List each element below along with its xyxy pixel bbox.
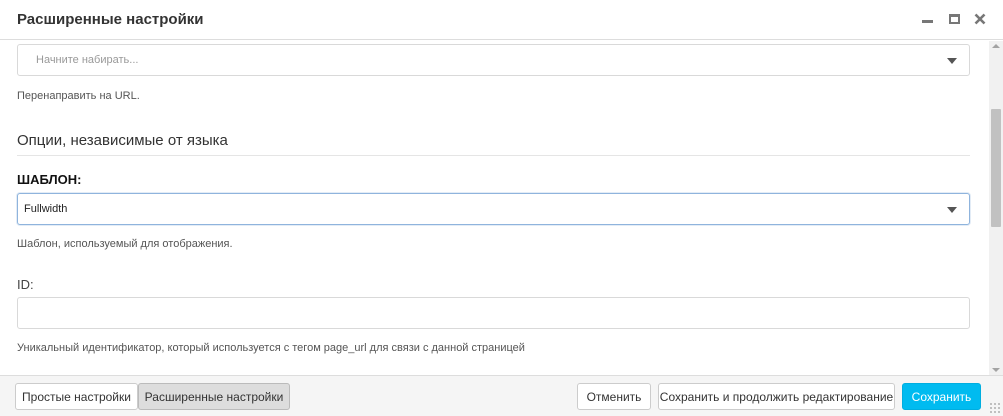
simple-settings-button[interactable]: Простые настройки xyxy=(15,383,138,410)
redirect-url-select[interactable]: Начните набирать... xyxy=(17,44,970,76)
template-help: Шаблон, используемый для отображения. xyxy=(17,238,233,250)
section-divider xyxy=(17,155,970,156)
advanced-settings-button[interactable]: Расширенные настройки xyxy=(138,383,290,410)
maximize-icon[interactable] xyxy=(946,10,962,28)
window-title: Расширенные настройки xyxy=(17,11,204,28)
save-and-continue-button[interactable]: Сохранить и продолжить редактирование xyxy=(658,383,895,410)
id-input[interactable] xyxy=(17,297,970,329)
template-label: ШАБЛОН: xyxy=(17,172,82,187)
redirect-url-placeholder: Начните набирать... xyxy=(36,54,139,66)
cancel-button[interactable]: Отменить xyxy=(577,383,651,410)
close-icon[interactable] xyxy=(972,10,988,28)
footer-bar: Простые настройки Расширенные настройки … xyxy=(0,375,1003,416)
scroll-down-icon[interactable] xyxy=(992,368,1000,372)
template-select[interactable]: Fullwidth xyxy=(17,193,970,225)
title-bar: Расширенные настройки xyxy=(0,0,1003,40)
chevron-down-icon xyxy=(947,58,957,64)
template-select-value: Fullwidth xyxy=(24,203,68,215)
id-help: Уникальный идентификатор, который исполь… xyxy=(17,342,525,354)
section-heading: Опции, независимые от языка xyxy=(17,132,228,149)
resize-grip-icon[interactable] xyxy=(989,402,1001,414)
minimize-icon[interactable] xyxy=(919,10,935,28)
save-button[interactable]: Сохранить xyxy=(902,383,981,410)
scroll-up-icon[interactable] xyxy=(992,44,1000,48)
scrollbar-thumb[interactable] xyxy=(991,109,1001,227)
chevron-down-icon xyxy=(947,207,957,213)
redirect-url-help: Перенаправить на URL. xyxy=(17,90,140,102)
vertical-scrollbar[interactable] xyxy=(989,41,1003,375)
id-label: ID: xyxy=(17,277,34,292)
settings-form: Начните набирать... Перенаправить на URL… xyxy=(0,41,989,375)
